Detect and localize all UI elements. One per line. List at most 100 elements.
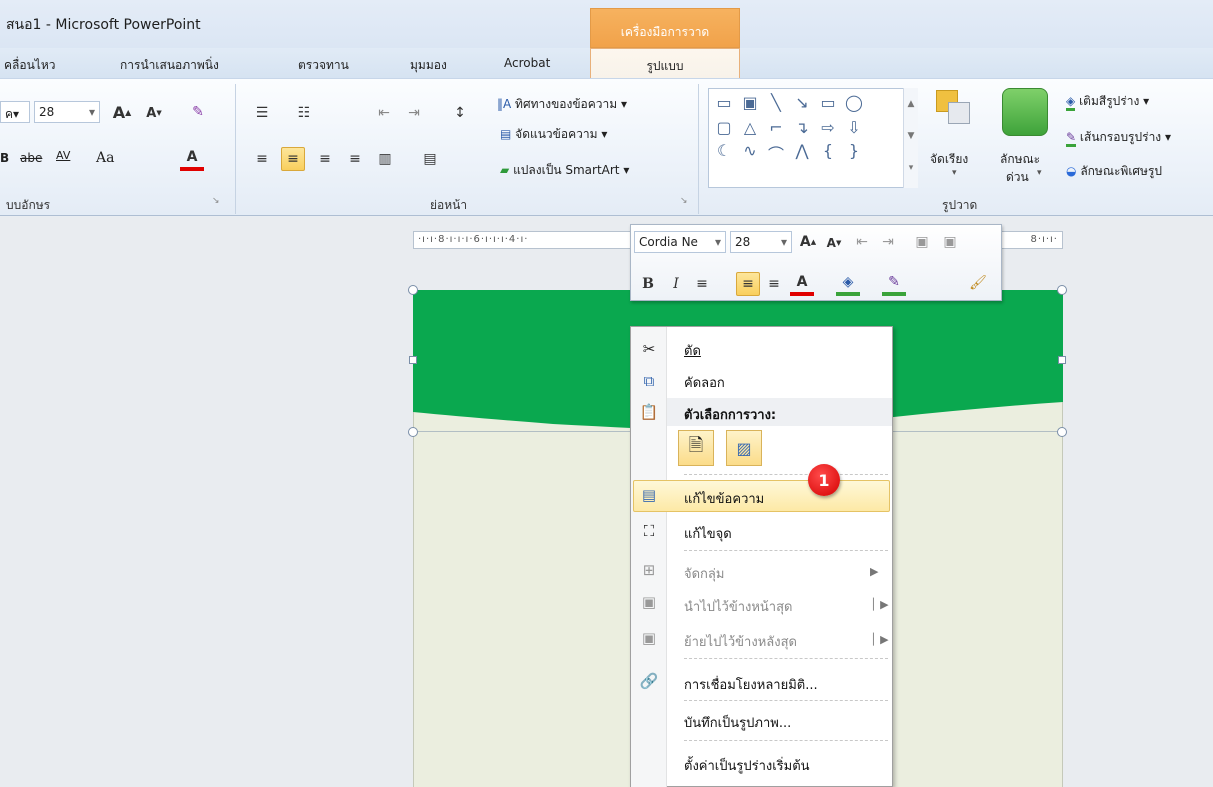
right-arrow-shape-icon[interactable]: ⇨ (817, 118, 839, 137)
italic-icon[interactable]: I (664, 272, 688, 296)
callout-shape-icon[interactable]: ▭ (713, 93, 735, 112)
scribble-shape-icon[interactable]: ∿ (739, 141, 761, 165)
resize-handle[interactable] (1057, 427, 1067, 437)
down-arrow-shape-icon[interactable]: ⇩ (843, 118, 865, 137)
resize-handle[interactable] (1058, 356, 1066, 364)
tab-review[interactable]: ตรวจทาน (298, 56, 349, 75)
strikethrough-button[interactable]: abe (20, 151, 42, 165)
tab-format[interactable]: รูปแบบ (590, 48, 740, 79)
quick-styles-label-2[interactable]: ด่วน (1006, 168, 1029, 187)
submenu-arrow-icon: │ ▶ (870, 598, 889, 611)
line-shape-icon[interactable]: ╲ (765, 93, 787, 112)
convert-smartart-button[interactable]: ▰ แปลงเป็น SmartArt ▾ (500, 161, 629, 180)
columns-icon[interactable]: ▤ (418, 147, 442, 171)
shape-fill-button[interactable]: ◈ เติมสีรูปร่าง ▾ (1066, 92, 1149, 111)
shape-fill-label: เติมสีรูปร่าง (1079, 94, 1140, 108)
align-left-icon[interactable]: ≡ (250, 147, 274, 171)
resize-handle[interactable] (408, 285, 418, 295)
paste-as-picture-icon[interactable]: ▨ (726, 430, 762, 466)
menu-item-cut[interactable]: ตัด (684, 340, 701, 361)
character-spacing-button[interactable]: AV (56, 149, 70, 162)
bold-fragment-icon[interactable]: B (0, 151, 9, 165)
triangle-shape-icon[interactable]: △ (739, 118, 761, 137)
grow-font-icon[interactable]: A ▲ (110, 100, 134, 124)
menu-item-hyperlink[interactable]: การเชื่อมโยงหลายมิติ... (684, 674, 818, 695)
numbering-icon[interactable]: ☷ (292, 101, 316, 125)
hyperlink-icon: 🔗 (639, 672, 659, 690)
align-center-icon[interactable]: ≡ (736, 272, 760, 296)
paragraph-group-label: ย่อหน้า (430, 198, 468, 212)
align-right-icon[interactable]: ≡ (762, 272, 786, 296)
tab-animations[interactable]: คลื่อนไหว (4, 56, 55, 75)
shrink-font-icon[interactable]: A ▼ (142, 101, 166, 125)
mini-font-name-combo[interactable]: Cordia Ne ▾ (634, 231, 726, 253)
arc-shape-icon[interactable]: ⋀ (791, 141, 813, 165)
elbow-connector-icon[interactable]: ⌐ (765, 118, 787, 137)
decrease-indent-icon[interactable]: ⇤ (850, 230, 874, 254)
menu-item-group[interactable]: จัดกลุ่ม (684, 563, 724, 584)
arrange-button[interactable]: จัดเรียง (930, 150, 968, 169)
menu-item-bring-to-front[interactable]: นำไปไว้ข้างหน้าสุด (684, 596, 792, 617)
change-case-button[interactable]: Aa (96, 150, 114, 166)
clear-formatting-icon[interactable]: ✎ (186, 100, 210, 124)
menu-item-save-as-picture[interactable]: บันทึกเป็นรูปภาพ... (684, 712, 791, 733)
align-right-icon[interactable]: ≡ (313, 147, 337, 171)
align-text-button[interactable]: ▤ จัดแนวข้อความ ▾ (500, 125, 607, 144)
quick-styles-label[interactable]: ลักษณะ (1000, 150, 1040, 169)
shape-outline-button[interactable]: ✎ เส้นกรอบรูปร่าง ▾ (1066, 128, 1171, 147)
align-center-icon[interactable]: ≡ (281, 147, 305, 171)
arrow-line-shape-icon[interactable]: ↘ (791, 93, 813, 112)
send-backward-icon[interactable]: ▣ (938, 230, 962, 254)
resize-handle[interactable] (409, 356, 417, 364)
tab-slide-show[interactable]: การนำเสนอภาพนิ่ง (120, 56, 219, 75)
rectangle-shape-icon[interactable]: ▭ (817, 93, 839, 112)
fill-color-icon[interactable]: ◈ (836, 272, 860, 296)
shrink-font-icon[interactable]: A ▼ (822, 231, 846, 255)
menu-item-copy[interactable]: คัดลอก (684, 372, 725, 393)
gallery-scroll[interactable]: ▲ ▼ ▾ (903, 88, 918, 188)
increase-indent-icon[interactable]: ⇥ (402, 101, 426, 125)
align-left-icon[interactable]: ≡ (690, 272, 714, 296)
menu-item-edit-text[interactable]: แก้ไขข้อความ (684, 488, 764, 509)
resize-handle[interactable] (408, 427, 418, 437)
increase-indent-icon[interactable]: ⇥ (876, 230, 900, 254)
resize-handle[interactable] (1057, 285, 1067, 295)
dialog-launcher-icon[interactable]: ↘ (212, 196, 220, 206)
textbox-shape-icon[interactable]: ▣ (739, 93, 761, 112)
paste-keep-text-icon[interactable]: 🗎 (678, 430, 714, 466)
justify-icon[interactable]: ≡ (343, 147, 367, 171)
font-name-combo[interactable]: ค▾ (0, 101, 30, 123)
dialog-launcher-icon[interactable]: ↘ (680, 196, 688, 206)
menu-item-edit-points[interactable]: แก้ไขจุด (684, 523, 732, 544)
format-painter-icon[interactable]: 🖌 (966, 271, 990, 295)
line-spacing-icon[interactable]: ↕ (448, 101, 472, 125)
curve-shape-icon[interactable]: ⌒ (765, 141, 787, 165)
bold-icon[interactable]: B (636, 272, 660, 296)
bullets-icon[interactable]: ☰ (250, 101, 274, 125)
freeform-shape-icon[interactable]: ☾ (713, 141, 735, 165)
grow-font-icon[interactable]: A ▲ (796, 230, 820, 254)
shape-effects-button[interactable]: ◒ ลักษณะพิเศษรูป (1066, 162, 1162, 181)
text-direction-button[interactable]: ‖A ทิศทางของข้อความ ▾ (497, 95, 627, 114)
elbow-arrow-icon[interactable]: ↴ (791, 118, 813, 137)
rounded-rectangle-shape-icon[interactable]: ▢ (713, 118, 735, 137)
bring-forward-icon[interactable]: ▣ (910, 230, 934, 254)
font-size-combo[interactable]: 28 ▾ (34, 101, 100, 123)
mini-font-size-combo[interactable]: 28 ▾ (730, 231, 792, 253)
oval-shape-icon[interactable]: ◯ (843, 93, 865, 112)
outline-color-icon[interactable]: ✎ (882, 272, 906, 296)
left-brace-shape-icon[interactable]: { (817, 141, 839, 165)
tab-view[interactable]: มุมมอง (410, 56, 447, 75)
font-color-icon[interactable]: A (180, 147, 204, 171)
decrease-indent-icon[interactable]: ⇤ (372, 101, 396, 125)
tab-acrobat[interactable]: Acrobat (504, 56, 550, 70)
font-color-icon[interactable]: A (790, 272, 814, 296)
shapes-gallery[interactable]: ▭ ▣ ╲ ↘ ▭ ◯ ▢ △ ⌐ ↴ ⇨ ⇩ ☾ ∿ ⌒ ⋀ { } (708, 88, 918, 188)
window-title: สนอ1 - Microsoft PowerPoint (6, 17, 201, 33)
right-brace-shape-icon[interactable]: } (843, 141, 865, 165)
menu-item-send-to-back[interactable]: ย้ายไปไว้ข้างหลังสุด (684, 631, 797, 652)
menu-item-set-default-shape[interactable]: ตั้งค่าเป็นรูปร่างเริ่มต้น (684, 755, 810, 776)
quick-styles-icon[interactable] (1002, 88, 1048, 136)
arrange-icon[interactable] (934, 88, 974, 132)
distributed-icon[interactable]: ▥ (373, 147, 397, 171)
